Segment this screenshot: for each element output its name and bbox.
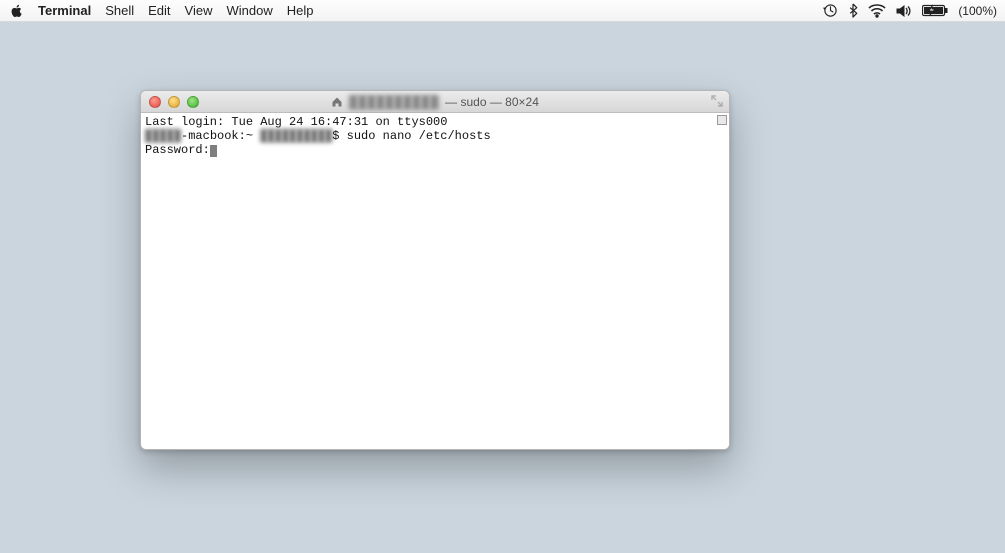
- terminal-host-suffix: -macbook:~: [181, 129, 260, 143]
- home-folder-icon: [331, 96, 343, 108]
- window-title: ██████████ — sudo — 80×24: [331, 95, 539, 109]
- terminal-password-label: Password:: [145, 143, 210, 157]
- window-zoom-button[interactable]: [187, 96, 199, 108]
- window-title-suffix: — sudo — 80×24: [445, 95, 539, 109]
- menu-edit[interactable]: Edit: [148, 3, 170, 18]
- terminal-host-blurred: █████: [145, 129, 181, 143]
- menu-view[interactable]: View: [185, 3, 213, 18]
- bluetooth-icon[interactable]: [848, 3, 858, 18]
- app-name[interactable]: Terminal: [38, 3, 91, 18]
- window-close-button[interactable]: [149, 96, 161, 108]
- menu-shell[interactable]: Shell: [105, 3, 134, 18]
- scroll-indicator-icon[interactable]: [717, 115, 727, 125]
- menu-window[interactable]: Window: [227, 3, 273, 18]
- window-title-user-blurred: ██████████: [349, 95, 439, 109]
- window-titlebar[interactable]: ██████████ — sudo — 80×24: [141, 91, 729, 113]
- terminal-window[interactable]: ██████████ — sudo — 80×24 Last login: Tu…: [140, 90, 730, 450]
- menubar-right: (100%): [823, 3, 997, 18]
- window-traffic-lights: [149, 96, 199, 108]
- terminal-command: sudo nano /etc/hosts: [347, 129, 491, 143]
- menu-help[interactable]: Help: [287, 3, 314, 18]
- volume-icon[interactable]: [896, 4, 912, 18]
- terminal-prompt-char: $: [332, 129, 346, 143]
- terminal-content-area[interactable]: Last login: Tue Aug 24 16:47:31 on ttys0…: [141, 113, 729, 449]
- battery-icon[interactable]: [922, 4, 948, 17]
- macos-menubar: Terminal Shell Edit View Window Help (10…: [0, 0, 1005, 22]
- terminal-last-login: Last login: Tue Aug 24 16:47:31 on ttys0…: [145, 115, 447, 129]
- apple-menu-icon[interactable]: [10, 4, 24, 18]
- battery-percent-text: (100%): [958, 4, 997, 18]
- wifi-icon[interactable]: [868, 4, 886, 18]
- window-minimize-button[interactable]: [168, 96, 180, 108]
- terminal-user-blurred: ██████████: [260, 129, 332, 143]
- window-expand-icon[interactable]: [711, 95, 723, 107]
- time-machine-icon[interactable]: [823, 3, 838, 18]
- menubar-left: Terminal Shell Edit View Window Help: [10, 3, 314, 18]
- terminal-cursor: [210, 145, 217, 157]
